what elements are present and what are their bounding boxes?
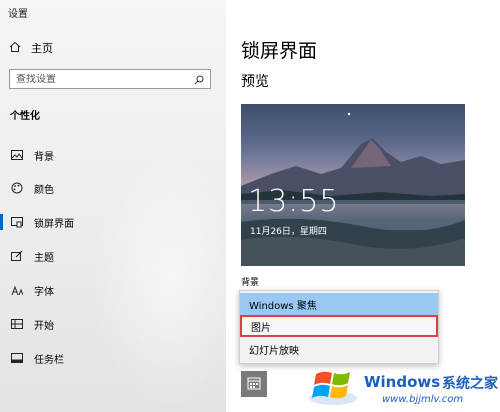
option-slideshow[interactable]: 幻灯片放映 — [240, 338, 438, 360]
sidebar-item-label: 锁屏界面 — [34, 218, 74, 230]
font-icon — [10, 283, 24, 297]
background-label: 背景 — [241, 278, 260, 288]
lock-screen-time: 13:55 — [248, 184, 340, 219]
section-heading-personalization: 个性化 — [10, 111, 40, 122]
sidebar-item-lock-screen[interactable]: 锁屏界面 — [0, 210, 226, 234]
home-icon — [9, 41, 21, 56]
lock-screen-preview: 13:55 11月26日，星期四 — [241, 104, 465, 266]
search-input[interactable] — [16, 73, 186, 85]
sidebar-item-label: 开始 — [34, 320, 54, 332]
lock-screen-icon — [10, 215, 24, 229]
option-windows-spotlight[interactable]: Windows 聚焦 — [240, 293, 438, 315]
sidebar-item-label: 背景 — [34, 151, 54, 163]
search-icon[interactable] — [194, 70, 204, 89]
home-nav-item[interactable]: 主页 — [9, 40, 53, 56]
page-title: 锁屏界面 — [241, 40, 318, 62]
palette-icon — [10, 181, 24, 195]
option-picture[interactable]: 图片 — [240, 315, 438, 337]
site-watermark: Windows 系统之家 www.bjjmlv.com — [302, 360, 500, 412]
lock-screen-date: 11月26日，星期四 — [250, 227, 327, 237]
sidebar-item-label: 主题 — [34, 252, 54, 264]
sidebar-item-label: 字体 — [34, 286, 54, 298]
sidebar-item-label: 颜色 — [34, 184, 54, 196]
option-label: Windows 聚焦 — [249, 300, 317, 312]
start-icon — [10, 317, 24, 331]
calendar-icon — [247, 375, 261, 394]
sidebar-item-colors[interactable]: 颜色 — [0, 176, 226, 200]
taskbar-icon — [10, 351, 24, 365]
watermark-suffix: 系统之家 — [442, 376, 498, 392]
sidebar: 设置 主页 个性化 背景 颜色 锁屏界面 主题 — [0, 0, 226, 412]
background-dropdown-list[interactable]: Windows 聚焦 图片 幻灯片放映 — [239, 290, 439, 364]
sidebar-item-fonts[interactable]: 字体 — [0, 278, 226, 302]
preview-heading: 预览 — [241, 74, 269, 90]
watermark-url: www.bjjmlv.com — [382, 394, 464, 405]
windows-logo-icon — [306, 362, 360, 412]
window-title: 设置 — [8, 9, 28, 20]
option-label: 图片 — [251, 322, 271, 334]
calendar-app-tile[interactable] — [241, 371, 267, 397]
sidebar-item-start[interactable]: 开始 — [0, 312, 226, 336]
sidebar-item-label: 任务栏 — [34, 354, 64, 366]
watermark-brand: Windows — [364, 373, 441, 391]
home-label: 主页 — [31, 42, 53, 55]
main-content: 锁屏界面 预览 13:55 11月26日，星期四 背景 Windows 聚焦 图… — [226, 0, 500, 412]
search-box[interactable] — [9, 69, 211, 89]
sidebar-item-taskbar[interactable]: 任务栏 — [0, 346, 226, 370]
sidebar-item-background[interactable]: 背景 — [0, 143, 226, 167]
sidebar-item-themes[interactable]: 主题 — [0, 244, 226, 268]
image-icon — [10, 148, 24, 162]
theme-brush-icon — [10, 249, 24, 263]
option-label: 幻灯片放映 — [249, 345, 299, 357]
